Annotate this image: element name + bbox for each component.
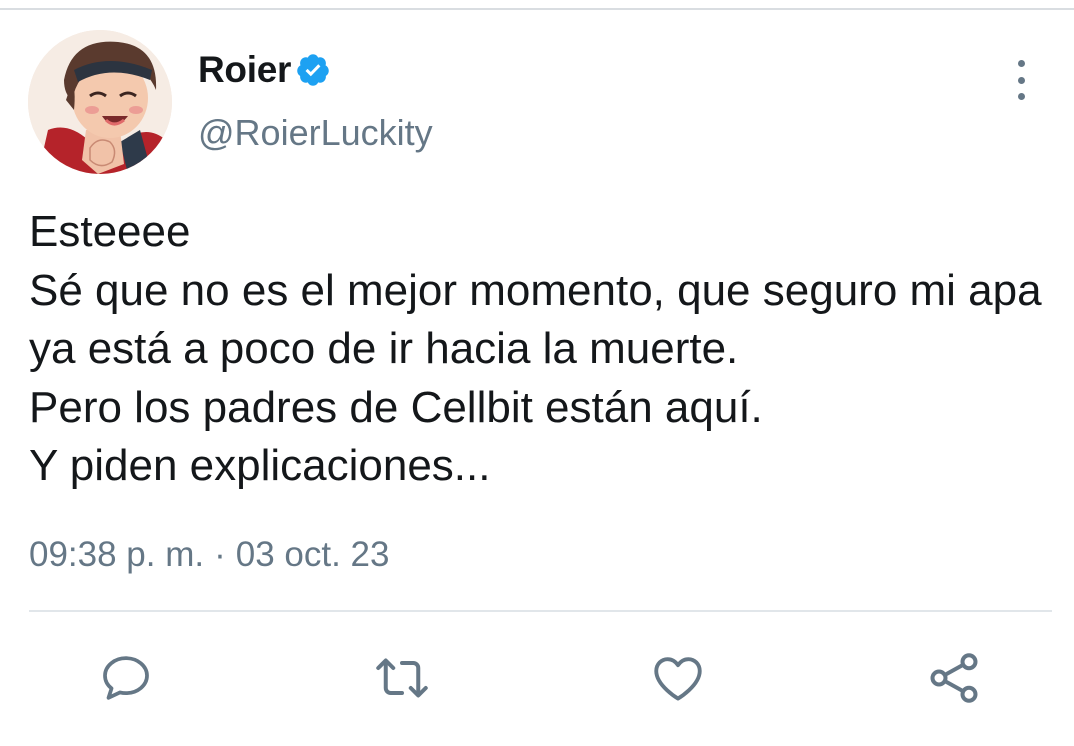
divider: [29, 610, 1052, 612]
display-name-row: Roier: [198, 48, 331, 92]
verified-badge-icon: [295, 52, 331, 88]
more-vertical-icon: [1017, 60, 1025, 67]
avatar[interactable]: [28, 30, 172, 174]
display-name[interactable]: Roier: [198, 49, 291, 91]
more-vertical-icon-dot-2: [1017, 76, 1025, 84]
heart-icon: [654, 657, 702, 701]
user-handle[interactable]: @RoierLuckity: [198, 112, 433, 154]
reply-icon: [103, 656, 149, 700]
more-options-button[interactable]: [1004, 56, 1038, 104]
tweet-time[interactable]: 09:38 p. m.: [29, 535, 204, 575]
retweet-button[interactable]: [372, 648, 432, 708]
tweet-date[interactable]: 03 oct. 23: [236, 535, 390, 575]
tweet-text: Esteeee Sé que no es el mejor momento, q…: [29, 207, 1042, 490]
timestamp-separator: ·: [214, 535, 226, 574]
more-vertical-icon-dot-3: [1017, 93, 1025, 100]
top-border: [0, 8, 1074, 10]
share-icon: [930, 653, 978, 703]
avatar-illustration: [28, 30, 172, 174]
like-button[interactable]: [648, 648, 708, 708]
share-button[interactable]: [924, 648, 984, 708]
reply-button[interactable]: [96, 648, 156, 708]
timestamp-row: 09:38 p. m. · 03 oct. 23: [29, 535, 390, 575]
retweet-icon: [376, 658, 428, 698]
